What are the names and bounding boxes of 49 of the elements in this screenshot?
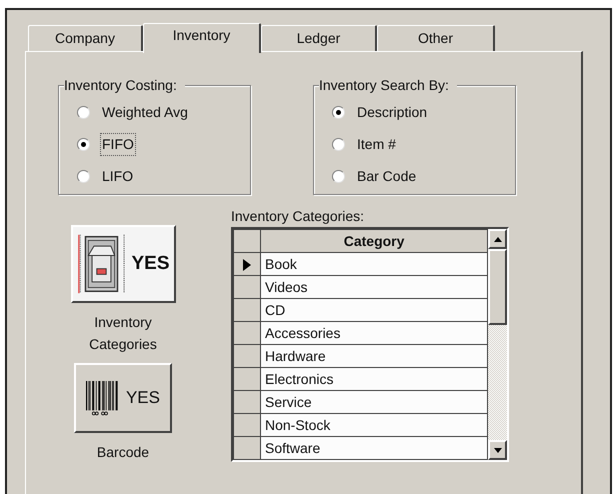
radio-button[interactable] [332, 138, 345, 150]
radio-button[interactable] [77, 170, 90, 182]
table-cell: CD [260, 298, 488, 322]
table-cell: Service [260, 390, 488, 414]
row-selector[interactable] [234, 276, 260, 298]
row-selector[interactable] [234, 298, 260, 322]
tab[interactable]: Ledger [261, 25, 377, 51]
scroll-down-button[interactable] [488, 440, 507, 460]
group-title: Inventory Search By: [319, 77, 457, 93]
tab[interactable]: Company [28, 25, 143, 51]
current-row-icon [243, 258, 251, 271]
toggle-caption: Barcode [96, 443, 150, 462]
scroll-up-button[interactable] [488, 229, 507, 249]
radio-label[interactable]: LIFO [101, 166, 134, 186]
column-header[interactable]: Category [260, 230, 488, 252]
toggle-caption: Inventory Categories [88, 313, 158, 354]
down-arrow-icon [494, 448, 502, 452]
row-selector[interactable] [234, 414, 260, 436]
row-selector[interactable] [234, 252, 260, 276]
radio-label[interactable]: Description [356, 102, 428, 122]
table-cell: Book [260, 252, 488, 276]
row-selector[interactable] [234, 436, 260, 460]
grid-title: Inventory Categories: [231, 207, 366, 225]
scrollbar[interactable] [488, 229, 507, 460]
row-selector[interactable] [234, 390, 260, 414]
radio-label[interactable]: Weighted Avg [101, 102, 189, 122]
radio-button[interactable] [77, 138, 90, 150]
radio-button[interactable] [77, 106, 90, 118]
tab[interactable]: Other [377, 25, 495, 51]
table-cell: Videos [260, 276, 488, 298]
group-title: Inventory Costing: [64, 77, 185, 93]
row-selector[interactable] [234, 322, 260, 344]
tab[interactable]: Inventory [143, 23, 261, 53]
toggle-button[interactable]: YES [70, 225, 176, 303]
up-arrow-icon [494, 236, 502, 242]
table-cell: Hardware [260, 344, 488, 368]
table-cell: Electronics [260, 368, 488, 390]
table-cell: Accessories [260, 322, 488, 344]
scroll-thumb[interactable] [488, 249, 507, 325]
radio-label[interactable]: FIFO [101, 134, 135, 154]
radio-label[interactable]: Bar Code [356, 166, 418, 186]
row-selector[interactable] [234, 368, 260, 390]
radio-button[interactable] [332, 170, 345, 182]
table-cell: Non-Stock [260, 414, 488, 436]
radio-label[interactable]: Item # [356, 134, 397, 154]
toggle-button[interactable]: YES [74, 363, 172, 433]
radio-button[interactable] [332, 106, 345, 118]
table-cell: Software [260, 436, 488, 460]
row-selector[interactable] [234, 344, 260, 368]
